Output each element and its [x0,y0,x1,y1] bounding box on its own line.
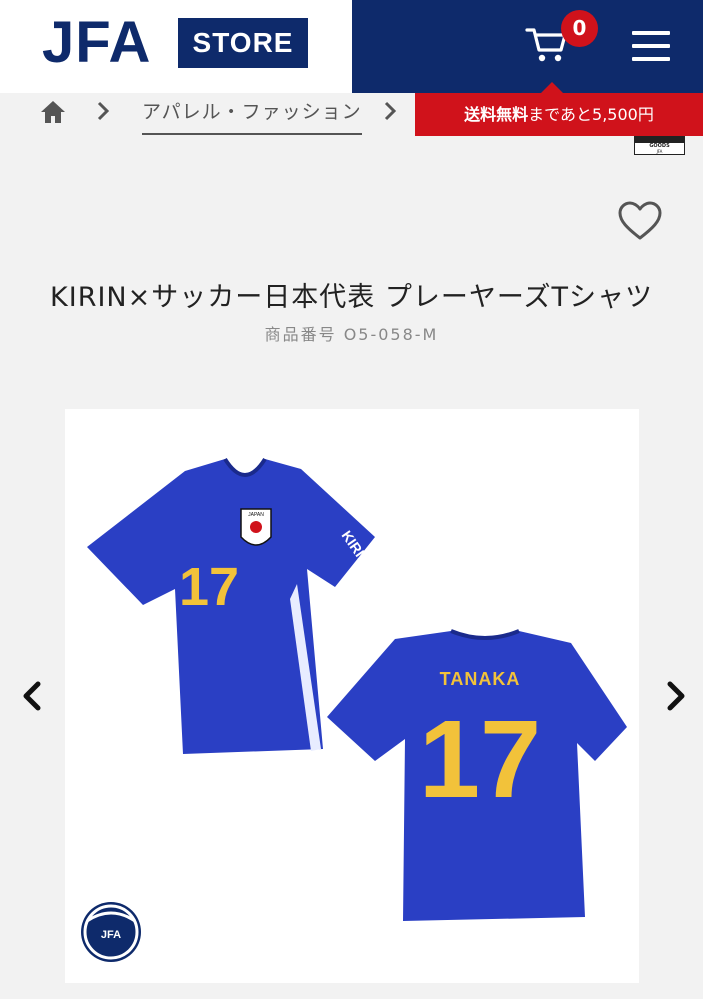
menu-icon [632,31,670,35]
front-crest-text: JAPAN [248,512,264,518]
cart-count-badge: 0 [561,10,598,47]
front-number: 17 [179,557,239,617]
promo-pointer [541,82,563,93]
next-image-arrow-icon[interactable] [662,680,690,712]
jfa-ball-text: JFA [101,929,121,941]
chevron-right-icon [384,101,397,121]
breadcrumb-category-link[interactable]: アパレル・ファッション [142,97,362,135]
product-number: 商品番号 O5-058-M [264,325,439,344]
badge-line2: JFA [656,149,663,154]
promo-rest: まであと5,500円 [528,105,654,124]
front-jersey: JAPAN 17 KIRIN [87,457,375,754]
back-jersey: TANAKA 17 [327,629,627,921]
goods-badge: GOODS JFA [634,136,685,155]
logo-store-text: STORE [178,18,308,68]
back-name: TANAKA [440,669,521,689]
logo-jfa-text: JFA [42,10,152,75]
promo-strong: 送料無料 [464,105,529,124]
product-title: KIRIN×サッカー日本代表 プレーヤーズTシャツ [50,282,653,313]
chevron-right-icon [97,101,110,121]
logo[interactable]: JFA STORE [0,0,352,93]
previous-image-arrow-icon[interactable] [18,680,46,712]
menu-button[interactable] [632,29,672,63]
product-image[interactable]: JAPAN 17 KIRIN TANAKA 17 JFA [65,409,639,983]
jersey-illustration: JAPAN 17 KIRIN TANAKA 17 JFA [81,457,627,962]
back-number: 17 [419,698,541,821]
free-shipping-banner: 送料無料まであと5,500円 [415,93,703,136]
favorite-heart-icon[interactable] [617,200,663,242]
home-icon[interactable] [39,99,67,125]
jfa-ball-logo: JFA [81,902,141,962]
